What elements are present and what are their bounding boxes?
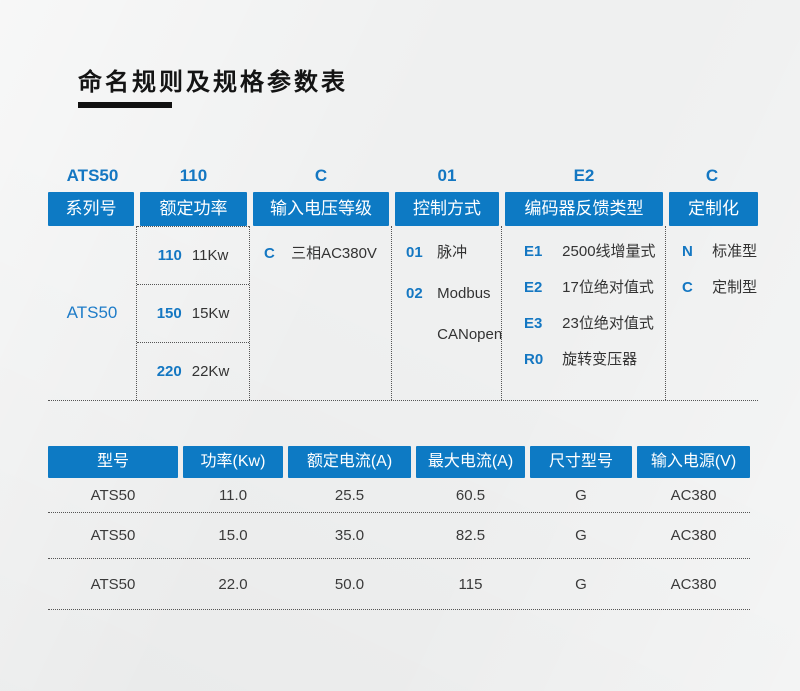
encoder-options-column: E1 2500线增量式 E2 17位绝对值式 E3 23位绝对值式 R0 旋转变… <box>502 226 666 400</box>
custom-options-column: N 标准型 C 定制型 <box>666 226 758 400</box>
cell-max-current: 60.5 <box>416 487 525 504</box>
cell-size: G <box>530 487 632 504</box>
power-option: 110 11Kw <box>137 226 249 285</box>
cell-model: ATS50 <box>48 487 178 504</box>
cell-size: G <box>530 527 632 544</box>
title-underline-bar <box>78 102 172 108</box>
cell-rated-current: 50.0 <box>288 576 411 593</box>
cell-rated-current: 35.0 <box>288 527 411 544</box>
table-row: ATS50 11.0 25.5 60.5 G AC380 <box>48 478 750 513</box>
column-header-rated-current: 额定电流(A) <box>288 446 411 478</box>
page-title: 命名规则及规格参数表 <box>78 62 348 97</box>
column-header-model: 型号 <box>48 446 178 478</box>
header-series: 系列号 <box>48 192 137 226</box>
cell-model: ATS50 <box>48 576 178 593</box>
code-series: ATS50 <box>48 164 137 188</box>
column-header-power: 功率(Kw) <box>183 446 283 478</box>
custom-option: C 定制型 <box>682 277 758 299</box>
series-options-column: ATS50 <box>48 226 137 400</box>
encoder-option: E2 17位绝对值式 <box>524 277 665 299</box>
cell-input-power: AC380 <box>637 487 750 504</box>
cell-model: ATS50 <box>48 527 178 544</box>
cell-power: 22.0 <box>183 576 283 593</box>
control-option: 01 脉冲 <box>406 242 501 264</box>
cell-max-current: 115 <box>416 576 525 593</box>
header-voltage: 输入电压等级 <box>250 192 392 226</box>
cell-input-power: AC380 <box>637 576 750 593</box>
header-encoder: 编码器反馈类型 <box>502 192 666 226</box>
header-control: 控制方式 <box>392 192 502 226</box>
power-option: 150 15Kw <box>137 285 249 343</box>
code-encoder: E2 <box>502 164 666 188</box>
code-power: 110 <box>137 164 250 188</box>
cell-power: 11.0 <box>183 487 283 504</box>
code-custom: C <box>666 164 758 188</box>
column-header-size: 尺寸型号 <box>530 446 632 478</box>
cell-rated-current: 25.5 <box>288 487 411 504</box>
custom-option: N 标准型 <box>682 241 758 263</box>
encoder-option: E3 23位绝对值式 <box>524 313 665 335</box>
naming-header-row: 系列号 额定功率 输入电压等级 控制方式 编码器反馈类型 定制化 <box>48 192 758 226</box>
column-header-max-current: 最大电流(A) <box>416 446 525 478</box>
voltage-option: C 三相AC380V <box>250 243 391 265</box>
control-options-column: 01 脉冲 02 Modbus CANopen <box>392 226 502 400</box>
table-row: ATS50 15.0 35.0 82.5 G AC380 <box>48 513 750 559</box>
table-row: ATS50 22.0 50.0 115 G AC380 <box>48 559 750 610</box>
spec-sheet: 命名规则及规格参数表 ATS50 110 C 01 E2 C 系列号 额定功率 … <box>0 0 800 691</box>
spec-parameter-table: 型号 功率(Kw) 额定电流(A) 最大电流(A) 尺寸型号 输入电源(V) A… <box>48 446 750 610</box>
naming-rule-diagram: ATS50 110 C 01 E2 C 系列号 额定功率 输入电压等级 控制方式… <box>48 164 758 401</box>
spec-table-header-row: 型号 功率(Kw) 额定电流(A) 最大电流(A) 尺寸型号 输入电源(V) <box>48 446 750 478</box>
model-code-row: ATS50 110 C 01 E2 C <box>48 164 758 188</box>
header-power: 额定功率 <box>137 192 250 226</box>
cell-power: 15.0 <box>183 527 283 544</box>
column-header-input-power: 输入电源(V) <box>637 446 750 478</box>
voltage-options-column: C 三相AC380V <box>250 226 392 400</box>
power-option: 220 22Kw <box>137 343 249 400</box>
encoder-option: E1 2500线增量式 <box>524 241 665 263</box>
power-options-column: 110 11Kw 150 15Kw 220 22Kw <box>137 226 250 400</box>
control-option: 02 Modbus <box>406 283 501 305</box>
control-option: CANopen <box>406 324 501 346</box>
code-voltage: C <box>250 164 392 188</box>
cell-max-current: 82.5 <box>416 527 525 544</box>
code-control: 01 <box>392 164 502 188</box>
naming-options-row: ATS50 110 11Kw 150 15Kw 220 22Kw C <box>48 226 758 401</box>
series-value: ATS50 <box>67 303 118 323</box>
cell-size: G <box>530 576 632 593</box>
header-custom: 定制化 <box>666 192 758 226</box>
encoder-option: R0 旋转变压器 <box>524 349 665 371</box>
cell-input-power: AC380 <box>637 527 750 544</box>
